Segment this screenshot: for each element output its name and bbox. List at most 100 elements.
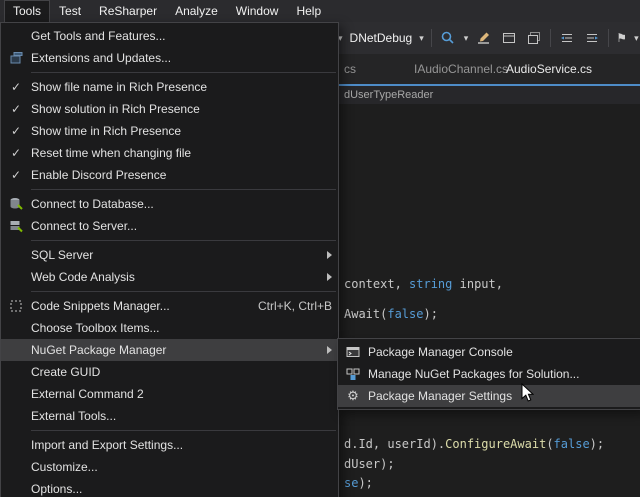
document-tab-iaudiochannel[interactable]: IAudioChannel.cs: [408, 54, 514, 84]
menu-item-label: Show file name in Rich Presence: [31, 80, 332, 94]
menu-item-label: NuGet Package Manager: [31, 343, 319, 357]
menu-separator: [31, 430, 336, 431]
mouse-cursor: [521, 383, 534, 408]
menu-item-reset-time-changing-file[interactable]: ✓ Reset time when changing file: [1, 142, 338, 164]
toolbar-separator: [608, 29, 609, 47]
window-icon[interactable]: [500, 29, 518, 47]
menu-item-get-tools-and-features[interactable]: Get Tools and Features...: [1, 25, 338, 47]
menubar-item-help[interactable]: Help: [287, 0, 330, 22]
menu-item-label: Show time in Rich Presence: [31, 124, 332, 138]
menu-item-label: Package Manager Settings: [368, 389, 634, 403]
document-tab-partial[interactable]: cs: [338, 54, 362, 84]
menu-item-connect-to-database[interactable]: Connect to Database...: [1, 193, 338, 215]
menu-separator: [31, 291, 336, 292]
gear-icon: ⚙: [338, 388, 368, 404]
debug-target-chevron[interactable]: ▾: [419, 33, 424, 44]
menu-item-label: Reset time when changing file: [31, 146, 332, 160]
submenu-arrow-icon: [327, 346, 332, 354]
menu-bar: Tools Test ReSharper Analyze Window Help: [0, 0, 640, 22]
menu-separator: [31, 72, 336, 73]
menu-item-web-code-analysis[interactable]: Web Code Analysis: [1, 266, 338, 288]
menu-item-choose-toolbox-items[interactable]: Choose Toolbox Items...: [1, 317, 338, 339]
submenu-item-package-manager-console[interactable]: Package Manager Console: [338, 341, 640, 363]
menu-item-code-snippets-manager[interactable]: Code Snippets Manager... Ctrl+K, Ctrl+B: [1, 295, 338, 317]
search-icon[interactable]: [439, 29, 457, 47]
menubar-item-tools[interactable]: Tools: [4, 0, 50, 22]
search-options-chevron[interactable]: ▾: [464, 33, 469, 44]
menu-item-shortcut: Ctrl+K, Ctrl+B: [258, 299, 332, 313]
menu-item-create-guid[interactable]: Create GUID: [1, 361, 338, 383]
submenu-arrow-icon: [327, 273, 332, 281]
menu-item-label: Customize...: [31, 460, 332, 474]
menu-item-enable-discord-presence[interactable]: ✓ Enable Discord Presence: [1, 164, 338, 186]
debug-target-dropdown[interactable]: DNetDebug: [350, 31, 413, 45]
toolbar-separator: [431, 29, 432, 47]
menu-item-show-time-rich-presence[interactable]: ✓ Show time in Rich Presence: [1, 120, 338, 142]
code-line: d.Id, userId).ConfigureAwait(false);: [344, 437, 604, 451]
menu-item-label: External Command 2: [31, 387, 332, 401]
nuget-submenu: Package Manager Console Manage NuGet Pac…: [337, 338, 640, 410]
menu-item-label: Package Manager Console: [368, 345, 634, 359]
code-line: context, string input,: [344, 277, 503, 291]
menu-item-label: Extensions and Updates...: [31, 51, 332, 65]
code-line: Await(false);: [344, 307, 438, 321]
menubar-item-resharper[interactable]: ReSharper: [90, 0, 166, 22]
console-icon: [338, 344, 368, 360]
menu-item-label: Manage NuGet Packages for Solution...: [368, 367, 634, 381]
menu-item-nuget-package-manager[interactable]: NuGet Package Manager: [1, 339, 338, 361]
menu-separator: [31, 189, 336, 190]
menu-item-label: Connect to Server...: [31, 219, 332, 233]
snippets-icon: [1, 298, 31, 314]
menu-item-label: SQL Server: [31, 248, 319, 262]
menu-item-extensions-and-updates[interactable]: Extensions and Updates...: [1, 47, 338, 69]
menubar-item-test[interactable]: Test: [50, 0, 90, 22]
menu-item-label: External Tools...: [31, 409, 332, 423]
indent-icon[interactable]: [583, 29, 601, 47]
check-icon: ✓: [1, 80, 31, 94]
toolbar-overflow-chevron[interactable]: ▾: [634, 33, 639, 44]
submenu-arrow-icon: [327, 251, 332, 259]
tools-menu: Get Tools and Features... Extensions and…: [0, 22, 339, 497]
menu-item-sql-server[interactable]: SQL Server: [1, 244, 338, 266]
copy-window-icon[interactable]: [525, 29, 543, 47]
manage-packages-icon: [338, 366, 368, 382]
menu-item-external-tools[interactable]: External Tools...: [1, 405, 338, 427]
submenu-item-package-manager-settings[interactable]: ⚙ Package Manager Settings: [338, 385, 640, 407]
bookmark-icon[interactable]: ⚑: [616, 31, 627, 45]
menu-item-label: Code Snippets Manager...: [31, 299, 242, 313]
menu-item-show-solution-rich-presence[interactable]: ✓ Show solution in Rich Presence: [1, 98, 338, 120]
menu-item-label: Create GUID: [31, 365, 332, 379]
menu-item-label: Options...: [31, 482, 332, 496]
edit-icon[interactable]: [475, 29, 493, 47]
extensions-icon: [1, 50, 31, 66]
menu-item-customize[interactable]: Customize...: [1, 456, 338, 478]
breadcrumb[interactable]: dUserTypeReader: [344, 86, 433, 104]
connect-database-icon: [1, 196, 31, 212]
menu-item-options[interactable]: Options...: [1, 478, 338, 497]
menubar-item-window[interactable]: Window: [227, 0, 288, 22]
menu-item-label: Get Tools and Features...: [31, 29, 332, 43]
document-tab-audioservice[interactable]: AudioService.cs: [500, 54, 598, 84]
menu-item-label: Enable Discord Presence: [31, 168, 332, 182]
menubar-item-analyze[interactable]: Analyze: [166, 0, 227, 22]
outdent-icon[interactable]: [558, 29, 576, 47]
menu-separator: [31, 240, 336, 241]
check-icon: ✓: [1, 146, 31, 160]
menu-item-connect-to-server[interactable]: Connect to Server...: [1, 215, 338, 237]
check-icon: ✓: [1, 168, 31, 182]
menu-item-label: Web Code Analysis: [31, 270, 319, 284]
check-icon: ✓: [1, 124, 31, 138]
menu-item-show-file-name-rich-presence[interactable]: ✓ Show file name in Rich Presence: [1, 76, 338, 98]
menu-item-label: Import and Export Settings...: [31, 438, 332, 452]
menu-item-label: Choose Toolbox Items...: [31, 321, 332, 335]
menu-item-import-export-settings[interactable]: Import and Export Settings...: [1, 434, 338, 456]
menu-item-label: Connect to Database...: [31, 197, 332, 211]
toolbar-separator: [550, 29, 551, 47]
check-icon: ✓: [1, 102, 31, 116]
code-line: dUser);: [344, 457, 395, 471]
submenu-item-manage-nuget-packages[interactable]: Manage NuGet Packages for Solution...: [338, 363, 640, 385]
menu-item-label: Show solution in Rich Presence: [31, 102, 332, 116]
menu-item-external-command-2[interactable]: External Command 2: [1, 383, 338, 405]
vs-window: Tools Test ReSharper Analyze Window Help…: [0, 0, 640, 497]
code-line: se);: [344, 476, 373, 490]
